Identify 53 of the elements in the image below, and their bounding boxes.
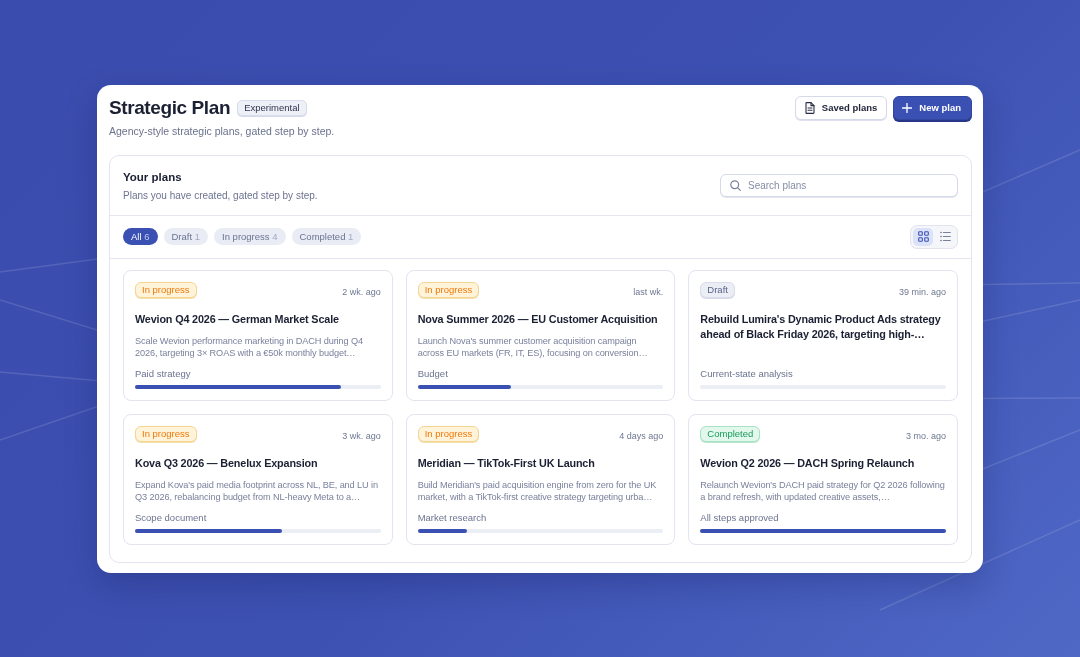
status-badge: In progress — [135, 425, 197, 442]
step-label: Budget — [417, 367, 449, 380]
plan-card[interactable]: In progress 2 wk. ago Wevion Q4 2026 — German Market Scale Scale Wevion performance marketing in DACH during Q4 2026, targeting 3× ROAS with a €50k monthly budget… Paid strategy — [123, 269, 393, 401]
plan-description: Build Meridian's paid acquisition engine from zero for the UK market, with a TikTok-first creative strategy targeting urba… — [417, 478, 658, 503]
section-subtitle: Plans you have created, gated step by step. — [123, 188, 318, 203]
step-label: All steps approved — [700, 511, 780, 524]
status-badge: Completed — [700, 425, 761, 442]
plan-description: Relaunch Wevion's DACH paid strategy for Q2 2026 following a brand refresh, with updated creative assets,… — [700, 478, 946, 503]
plan-title: Rebuild Lumira's Dynamic Product Ads strategy ahead of Black Friday 2026, targeting high-… — [700, 311, 942, 342]
plan-title: Meridian — TikTok-First UK Launch — [417, 455, 596, 471]
plan-description: Expand Kova's paid media footprint across NL, BE, and LU in Q3 2026, rebalancing budget from NL-heavy Meta to a… — [135, 478, 379, 503]
plan-title: Wevion Q4 2026 — German Market Scale — [135, 311, 340, 327]
page-subtitle: Agency-style strategic plans, gated step by step. — [109, 123, 335, 139]
updated-time: 2 wk. ago — [342, 286, 381, 298]
plan-description: Launch Nova's summer customer acquisition campaign across EU markets (FR, IT, ES), focusing on conversion… — [417, 334, 649, 359]
plan-title: Wevion Q2 2026 — DACH Spring Relaunch — [700, 455, 916, 471]
list-icon — [939, 231, 951, 242]
updated-time: last wk. — [633, 286, 664, 298]
updated-time: 4 days ago — [619, 430, 664, 442]
filter-chip[interactable]: Draft 1 — [163, 228, 209, 245]
status-badge: Draft — [700, 281, 735, 298]
plan-card[interactable]: In progress last wk. Nova Summer 2026 — EU Customer Acquisition Launch Nova's summer customer acquisition campaign across EU markets (FR, IT, ES), focusing on conversion… Budget — [405, 269, 676, 401]
status-badge: In progress — [417, 425, 480, 442]
plan-card[interactable]: In progress 4 days ago Meridian — TikTok-First UK Launch Build Meridian's paid acquisition engine from zero for the UK market, with a TikTok-first creative strategy targeting urba… Market research — [405, 413, 676, 545]
step-label: Paid strategy — [135, 367, 192, 380]
filter-chip[interactable]: All 6 — [123, 228, 158, 245]
updated-time: 3 wk. ago — [342, 430, 381, 442]
filter-chip[interactable]: In progress 4 — [214, 228, 286, 245]
updated-time: 39 min. ago — [898, 286, 946, 298]
step-label: Current-state analysis — [700, 367, 794, 380]
page-title: Strategic Plan — [109, 95, 231, 120]
status-badge: In progress — [417, 281, 480, 298]
plan-description: Scale Wevion performance marketing in DACH during Q4 2026, targeting 3× ROAS with a €50k monthly budget… — [135, 334, 364, 359]
grid-icon — [917, 231, 929, 242]
experimental-badge: Experimental — [237, 99, 307, 116]
step-label: Scope document — [135, 511, 208, 524]
plus-icon — [902, 102, 913, 113]
plan-card[interactable]: Draft 39 min. ago Rebuild Lumira's Dynamic Product Ads strategy ahead of Black Friday 2026, targeting high-… Current-state analysis — [688, 269, 958, 401]
search-field[interactable]: Search plans — [720, 174, 958, 197]
plan-card[interactable]: In progress 3 wk. ago Kova Q3 2026 — Benelux Expansion Expand Kova's paid media footprint across NL, BE, and LU in Q3 2026, rebalancing budget from NL-heavy Meta to a… Scope document — [123, 413, 393, 545]
document-icon — [804, 101, 815, 114]
plan-card[interactable]: Completed 3 mo. ago Wevion Q2 2026 — DACH Spring Relaunch Relaunch Wevion's DACH paid strategy for Q2 2026 following a brand refresh, with updated creative assets,… All steps approved — [688, 413, 958, 545]
updated-time: 3 mo. ago — [905, 430, 946, 442]
new-plan-button[interactable]: New plan — [893, 95, 972, 120]
plan-title: Nova Summer 2026 — EU Customer Acquisition — [417, 311, 659, 327]
search-icon — [730, 180, 741, 191]
step-label: Market research — [417, 511, 488, 524]
section-title: Your plans — [123, 169, 183, 185]
filter-chip[interactable]: Completed 1 — [291, 228, 362, 245]
status-badge: In progress — [135, 281, 197, 298]
grid-view-button[interactable] — [913, 227, 933, 246]
plan-title: Kova Q3 2026 — Benelux Expansion — [135, 455, 319, 471]
saved-plans-button[interactable]: Saved plans — [794, 95, 888, 120]
